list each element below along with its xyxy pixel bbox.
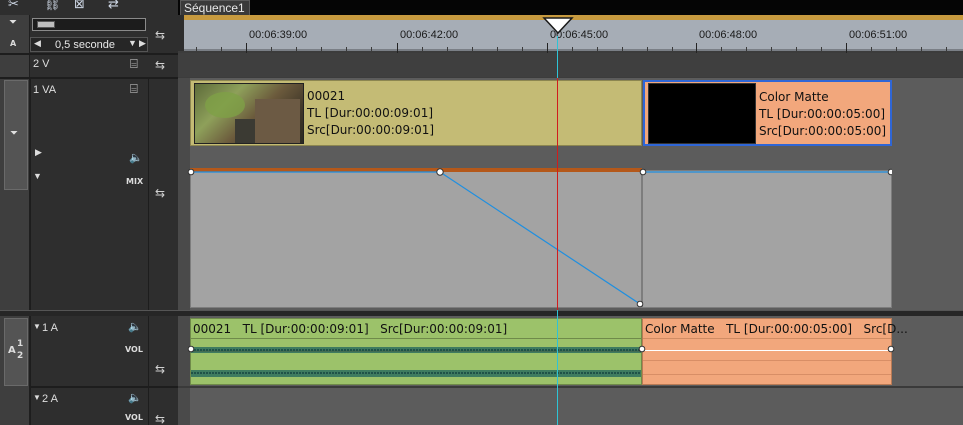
divider — [0, 77, 178, 79]
collapse-arrow-icon[interactable]: ▼ — [33, 393, 41, 402]
group-label-a: A — [8, 345, 16, 356]
playhead-line[interactable] — [557, 78, 558, 310]
cursor-line — [557, 53, 558, 78]
zoom-prev-icon[interactable]: ◀ — [34, 38, 41, 49]
speaker-icon[interactable]: 🔈 — [128, 320, 142, 333]
wrap-icon[interactable]: ⇄ — [108, 0, 119, 12]
sync-lock-icon[interactable]: ⇆ — [155, 186, 165, 200]
keyframe-point[interactable] — [436, 168, 444, 176]
keyframe-point[interactable] — [187, 168, 195, 176]
link-icon[interactable]: ⛓ — [44, 0, 61, 12]
group-label-2: 2 — [17, 351, 24, 361]
clip-src-duration: Src[Dur:00:00:09:01] — [307, 123, 435, 137]
divider — [148, 78, 149, 310]
keyframe-point[interactable] — [638, 345, 646, 353]
ruler-timecode: 00:06:39:00 — [249, 29, 308, 41]
divider — [30, 386, 178, 388]
track-label-1a: 1 A — [42, 322, 58, 334]
crossfade-icon[interactable]: ⊠ — [74, 0, 85, 12]
sequence-tab-bar — [178, 0, 963, 15]
section-divider — [0, 310, 178, 316]
sync-lock-icon[interactable]: ⇆ — [155, 58, 165, 72]
clip-name: 00021 — [307, 89, 346, 103]
expand-arrow-icon[interactable]: ▶ — [35, 147, 42, 158]
clip-thumbnail — [648, 83, 756, 144]
video-clip-00021[interactable]: 00021 TL [Dur:00:00:09:01] Src[Dur:00:00… — [190, 80, 642, 146]
keyframe-point[interactable] — [187, 345, 195, 353]
ruler-timecode: 00:06:51:00 — [849, 29, 908, 41]
cursor-line — [557, 310, 558, 425]
zoom-dropdown-icon[interactable]: ▼ — [128, 38, 137, 48]
divider — [0, 53, 178, 55]
cursor-line — [557, 36, 558, 53]
divider — [148, 316, 149, 425]
track-select-audio[interactable]: A 1 2 — [4, 318, 28, 386]
audio-clip-label: Color Matte TL [Dur:00:00:05:00] Src[D..… — [645, 322, 908, 336]
track-row-2a[interactable] — [178, 388, 963, 425]
vol-label: VOL — [125, 413, 143, 422]
divider — [30, 316, 31, 425]
group-label-1: 1 — [17, 339, 24, 349]
audio-lock-icon[interactable]: A — [10, 39, 16, 48]
collapse-arrow-icon[interactable]: ▼ — [33, 171, 42, 181]
mix-rubberband[interactable] — [178, 160, 963, 320]
sync-lock-icon[interactable]: ⇆ — [155, 362, 165, 376]
path-shape — [235, 119, 255, 143]
color-matte-clip[interactable]: Color Matte TL [Dur:00:00:05:00] Src[Dur… — [643, 80, 892, 146]
clip-src-duration: Src[Dur:00:00:05:00] — [759, 124, 887, 138]
track-gutter — [178, 388, 190, 425]
track-label-2a: 2 A — [42, 393, 58, 405]
tab-sequence1[interactable]: Séquence1 — [180, 0, 250, 15]
sync-lock-icon[interactable]: ⇆ — [155, 412, 165, 425]
zoom-value: 0,5 seconde — [55, 39, 115, 51]
foliage-shape — [205, 92, 245, 118]
film-icon[interactable]: ⌸ — [130, 56, 138, 72]
empty-track-area[interactable] — [892, 78, 963, 310]
track-row-2v[interactable] — [178, 53, 963, 77]
wall-shape — [255, 99, 300, 143]
ruler-timecode: 00:06:42:00 — [400, 29, 459, 41]
ruler-minor-ticks — [196, 47, 947, 51]
collapse-arrow-icon[interactable]: ▼ — [33, 322, 41, 331]
zoom-slider[interactable] — [32, 18, 146, 31]
zoom-next-icon[interactable]: ▶ — [139, 38, 146, 49]
clip-tl-duration: TL [Dur:00:00:09:01] — [307, 106, 434, 120]
divider — [191, 338, 641, 339]
mix-label: MIX — [126, 177, 144, 186]
split-icon[interactable]: ✂ — [8, 0, 19, 12]
divider — [30, 78, 31, 310]
track-label-2v: 2 V — [33, 58, 50, 70]
speaker-icon[interactable]: 🔈 — [128, 391, 142, 404]
divider — [643, 360, 891, 361]
audio-keyframes — [187, 345, 895, 353]
speaker-icon[interactable]: 🔈 — [129, 151, 143, 164]
track-label-1va: 1 VA — [33, 84, 57, 96]
vol-label: VOL — [125, 345, 143, 354]
sync-lock-icon[interactable]: ⇆ — [155, 28, 165, 42]
keyframe-point[interactable] — [639, 168, 647, 176]
clip-name: Color Matte — [759, 90, 829, 104]
track-header-panel: ✂ ⛓ ⊠ ⇄ ⏷ A ◀ 0,5 seconde ▼ ▶ ⇆ 2 V ⌸ ⇆ … — [0, 0, 178, 425]
divider — [643, 374, 891, 375]
film-icon[interactable]: ⌸ — [130, 81, 138, 97]
zoom-select[interactable]: ◀ 0,5 seconde ▼ ▶ — [30, 37, 148, 52]
keyframe-point[interactable] — [887, 345, 895, 353]
playhead-marker[interactable] — [542, 17, 574, 35]
audio-clip-label: 00021 TL [Dur:00:00:09:01] Src[Dur:00:00… — [193, 322, 508, 336]
divider — [643, 338, 891, 339]
expand-icon[interactable]: ⏷ — [10, 128, 18, 139]
ruler-timecode: 00:06:48:00 — [699, 29, 758, 41]
clip-tl-duration: TL [Dur:00:00:05:00] — [759, 107, 886, 121]
zoom-slider-thumb[interactable] — [37, 21, 55, 28]
clip-thumbnail — [194, 83, 304, 144]
collapse-icon[interactable]: ⏷ — [9, 17, 17, 28]
keyframe-point[interactable] — [636, 300, 644, 308]
